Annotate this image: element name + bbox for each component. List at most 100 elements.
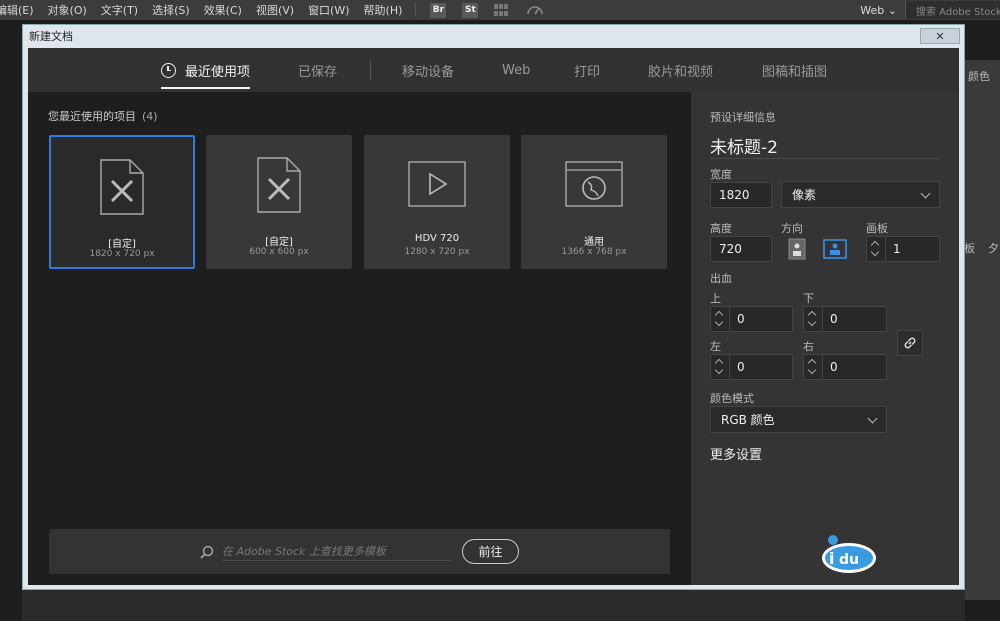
tab-saved[interactable]: 已保存 (298, 48, 337, 92)
recent-heading-label: 您最近使用的项目 (48, 110, 136, 123)
panel-tab-other[interactable]: 夕 (988, 240, 999, 256)
document-name-input[interactable]: 未标题-2 (710, 133, 778, 158)
workspace-label: Web (860, 3, 885, 17)
stock-template-search-input[interactable]: 在 Adobe Stock 上查找更多模板 (222, 543, 386, 559)
more-settings-button[interactable]: 更多设置 (710, 444, 762, 463)
preset-details-label: 预设详细信息 (710, 111, 776, 124)
arrange-documents-icon[interactable] (494, 4, 510, 16)
bleed-right-stepper[interactable]: 0 (803, 354, 887, 380)
app-menubar: 编辑(E) 对象(O) 文字(T) 选择(S) 效果(C) 视图(V) 窗口(W… (0, 0, 1000, 20)
search-icon (200, 545, 214, 559)
tab-label: 最近使用项 (185, 64, 251, 80)
new-document-dialog: 新建文档 ✕ 最近使用项 已保存 移动设备 Web 打印 胶片和视频 图稿和插图… (22, 24, 965, 590)
bleed-bottom-label: 下 (803, 292, 814, 305)
workspace-bottom (22, 590, 965, 621)
panel-tab-artboards[interactable]: 板 (964, 240, 975, 256)
panel-tab-color[interactable]: 颜色 (968, 68, 990, 84)
stepper-arrows-icon[interactable] (714, 358, 725, 376)
menubar-divider (415, 3, 417, 17)
item-name: HDV 720 (414, 233, 460, 244)
tab-print[interactable]: 打印 (574, 48, 600, 92)
menu-view[interactable]: 视图(V) (249, 2, 301, 18)
video-play-icon (408, 161, 466, 207)
bleed-left-stepper[interactable]: 0 (710, 354, 793, 380)
width-label: 宽度 (710, 168, 732, 181)
workspace-switcher[interactable]: Web ⌄ (852, 4, 905, 17)
link-icon (904, 337, 916, 349)
document-pencil-icon (257, 157, 301, 213)
recent-count: (4) (142, 110, 158, 123)
dialog-titlebar[interactable]: 新建文档 ✕ (23, 25, 964, 47)
item-size: 600 x 600 px (249, 247, 309, 257)
gpu-performance-icon[interactable] (526, 3, 544, 17)
tab-art-illustration[interactable]: 图稿和插图 (762, 48, 827, 92)
bleed-right-label: 右 (803, 340, 814, 353)
bleed-bottom-stepper[interactable]: 0 (803, 306, 887, 332)
tab-recent[interactable]: 最近使用项 (161, 48, 251, 92)
stepper-arrows-icon[interactable] (870, 240, 881, 258)
menu-effect[interactable]: 效果(C) (197, 2, 249, 18)
clock-icon (161, 62, 176, 78)
bleed-left-label: 左 (710, 340, 721, 353)
preset-details-panel: 预设详细信息 未标题-2 宽度 1820 像素 高度 方向 画板 720 1 出… (691, 92, 959, 585)
color-mode-value: RGB 颜色 (721, 413, 775, 427)
color-mode-select[interactable]: RGB 颜色 (710, 406, 887, 433)
height-field[interactable]: 720 (710, 236, 772, 262)
orientation-label: 方向 (781, 222, 803, 235)
stock-search-input[interactable]: 搜索 Adobe Stock (905, 1, 1000, 19)
menu-help[interactable]: 帮助(H) (357, 2, 410, 18)
tab-mobile[interactable]: 移动设备 (402, 48, 454, 92)
link-bleed-button[interactable] (897, 330, 923, 356)
menu-edit[interactable]: 编辑(E) (0, 2, 41, 18)
unit-value: 像素 (792, 188, 817, 202)
go-button[interactable]: 前往 (462, 539, 519, 564)
menubar-right: Web ⌄ 搜索 Adobe Stock (852, 0, 1000, 20)
svg-text:du: du (839, 552, 859, 568)
dialog-body: 最近使用项 已保存 移动设备 Web 打印 胶片和视频 图稿和插图 您最近使用的… (28, 48, 959, 585)
color-mode-label: 颜色模式 (710, 392, 754, 405)
bridge-button[interactable]: Br (430, 2, 447, 18)
width-field[interactable]: 1820 (710, 182, 772, 208)
bleed-top-stepper[interactable]: 0 (710, 306, 793, 332)
menu-object[interactable]: 对象(O) (41, 2, 94, 18)
browser-globe-icon (565, 161, 623, 207)
menu-type[interactable]: 文字(T) (94, 2, 145, 18)
recent-item-custom-600[interactable]: [自定] 600 x 600 px (206, 135, 352, 269)
search-placeholder: 搜索 Adobe Stock (916, 6, 1000, 18)
bleed-bottom-value: 0 (830, 312, 838, 326)
stock-button[interactable]: St (462, 2, 479, 18)
background-panel-dock: 颜色 板 夕 (962, 60, 1000, 600)
tab-film-video[interactable]: 胶片和视频 (648, 48, 713, 92)
preset-tabs: 最近使用项 已保存 移动设备 Web 打印 胶片和视频 图稿和插图 (28, 48, 959, 92)
unit-select[interactable]: 像素 (781, 181, 940, 208)
stepper-arrows-icon[interactable] (807, 310, 818, 328)
item-name: [自定] (265, 237, 293, 248)
stepper-arrows-icon[interactable] (714, 310, 725, 328)
document-pencil-icon (100, 159, 144, 215)
height-label: 高度 (710, 222, 732, 235)
bleed-label: 出血 (710, 272, 732, 285)
recent-item-general[interactable]: 通用 1366 x 768 px (521, 135, 667, 269)
watermark-logo-icon: i du (822, 535, 876, 573)
menu-window[interactable]: 窗口(W) (301, 2, 356, 18)
search-underline (222, 560, 452, 561)
artboards-value: 1 (893, 242, 901, 256)
stepper-arrows-icon[interactable] (807, 358, 818, 376)
bleed-top-label: 上 (710, 292, 721, 305)
menu-select[interactable]: 选择(S) (145, 2, 197, 18)
dialog-title: 新建文档 (29, 30, 73, 43)
artboards-stepper[interactable]: 1 (866, 236, 940, 262)
portrait-button[interactable] (786, 238, 808, 260)
landscape-button[interactable] (822, 238, 848, 260)
tab-divider (370, 60, 371, 80)
chevron-down-icon (867, 413, 878, 424)
bleed-top-value: 0 (737, 312, 745, 326)
recent-item-custom-1820[interactable]: [自定] 1820 x 720 px (49, 135, 195, 269)
svg-text:i: i (829, 549, 834, 568)
tab-web[interactable]: Web (502, 48, 530, 92)
stock-search-bar: 在 Adobe Stock 上查找更多模板 前往 (49, 529, 670, 574)
recent-item-hdv720[interactable]: HDV 720 1280 x 720 px (364, 135, 510, 269)
item-name: 通用 (584, 237, 604, 248)
close-button[interactable]: ✕ (920, 28, 960, 44)
bleed-right-value: 0 (830, 360, 838, 374)
